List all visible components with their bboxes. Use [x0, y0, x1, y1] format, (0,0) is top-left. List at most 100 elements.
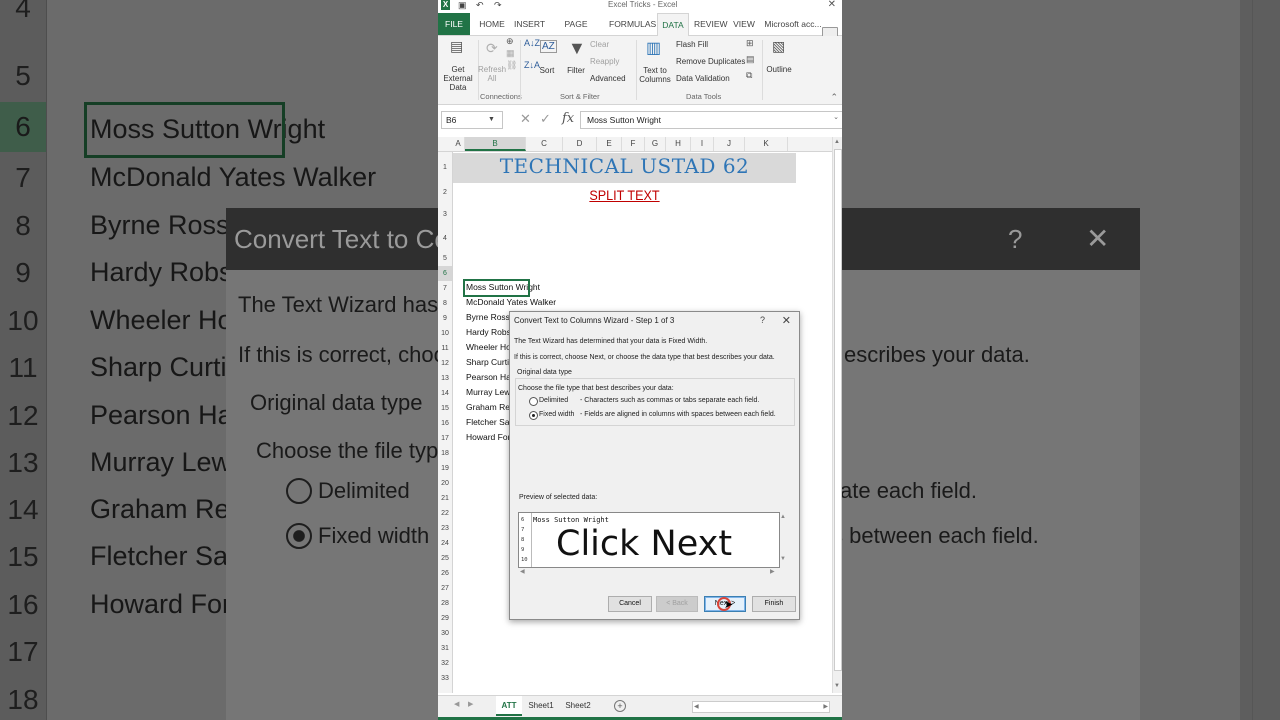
row-header[interactable]: 17 [438, 431, 452, 446]
save-icon[interactable]: ▣ [458, 0, 467, 11]
enter-icon[interactable]: ✓ [540, 111, 551, 127]
row-header[interactable]: 25 [438, 551, 452, 566]
row-header[interactable]: 5 [438, 251, 452, 266]
text-to-columns-button[interactable]: Text to Columns [638, 66, 672, 84]
row-header[interactable]: 20 [438, 476, 452, 491]
column-header[interactable]: J [714, 137, 745, 151]
radio-fixed-width-label[interactable]: Fixed width [539, 411, 574, 418]
scroll-down-icon[interactable]: ▼ [780, 556, 786, 562]
name-cell[interactable]: Wheeler Ho [466, 342, 511, 352]
sheet-tab-att[interactable]: ATT [496, 696, 522, 716]
next-sheet-icon[interactable]: ▶ [468, 700, 473, 708]
row-header[interactable]: 9 [438, 311, 452, 326]
tab-data[interactable]: DATA [657, 13, 689, 37]
preview-horizontal-scrollbar[interactable]: ◀ ▶ [518, 568, 780, 576]
sort-az-icon[interactable]: A↓Z [524, 38, 540, 48]
tab-home[interactable]: HOME [476, 13, 508, 35]
advanced-button[interactable]: Advanced [590, 74, 626, 83]
column-header[interactable]: F [622, 137, 645, 151]
reapply-button[interactable]: Reapply [590, 57, 619, 66]
column-header[interactable]: D [563, 137, 597, 151]
account-menu[interactable]: Microsoft acc... [764, 13, 822, 35]
close-icon[interactable]: ✕ [782, 314, 791, 327]
row-header[interactable]: 14 [438, 386, 452, 401]
prev-sheet-icon[interactable]: ◀ [454, 700, 459, 708]
scroll-right-icon[interactable]: ▶ [770, 568, 775, 575]
consolidate-icon[interactable]: ⊞ [746, 38, 754, 49]
row-header[interactable]: 24 [438, 536, 452, 551]
sort-button[interactable]: Sort [538, 66, 556, 75]
row-header[interactable]: 10 [438, 326, 452, 341]
row-header[interactable]: 23 [438, 521, 452, 536]
row-header[interactable]: 22 [438, 506, 452, 521]
formula-input[interactable]: Moss Sutton Wright [580, 111, 842, 129]
row-header[interactable]: 13 [438, 371, 452, 386]
column-header[interactable]: A [452, 137, 465, 151]
tab-file[interactable]: FILE [438, 13, 470, 35]
tab-page-layout[interactable]: PAGE LAYOUT [550, 13, 602, 51]
column-header[interactable]: E [597, 137, 622, 151]
row-header[interactable]: 11 [438, 341, 452, 356]
expand-formula-icon[interactable]: ⌄ [833, 113, 839, 121]
radio-delimited-label[interactable]: Delimited [539, 397, 568, 404]
column-header[interactable]: C [526, 137, 563, 151]
cancel-button[interactable]: Cancel [608, 596, 652, 612]
column-header[interactable]: B [465, 137, 526, 151]
row-header[interactable]: 28 [438, 596, 452, 611]
add-sheet-button[interactable]: + [614, 700, 626, 712]
relationships-icon[interactable]: ⧉ [746, 70, 752, 81]
outline-button[interactable]: Outline [764, 65, 794, 74]
scroll-left-icon[interactable]: ◀ [520, 568, 525, 575]
connections-icon[interactable]: ⊕ [506, 36, 514, 47]
name-cell[interactable]: Sharp Curtis [466, 357, 513, 367]
row-header[interactable]: 33 [438, 671, 452, 686]
row-header[interactable]: 1 [438, 152, 452, 183]
filter-button[interactable]: Filter [564, 66, 588, 75]
scroll-right-icon[interactable]: ▶ [823, 702, 828, 712]
finish-button[interactable]: Finish [752, 596, 796, 612]
cancel-icon[interactable]: ✕ [520, 111, 531, 127]
sheet-tab-sheet1[interactable]: Sheet1 [526, 696, 556, 716]
horizontal-scrollbar[interactable]: ◀ ▶ [692, 701, 830, 713]
row-header[interactable]: 6 [438, 266, 452, 281]
insert-function-icon[interactable]: fx [562, 111, 574, 127]
row-header[interactable]: 8 [438, 296, 452, 311]
remove-duplicates-button[interactable]: Remove Duplicates [676, 57, 745, 66]
scroll-thumb[interactable] [834, 149, 842, 671]
properties-icon[interactable]: ▦ [506, 48, 515, 59]
scroll-down-icon[interactable]: ▼ [834, 683, 840, 689]
refresh-all-button[interactable]: Refresh All [478, 65, 506, 83]
row-header[interactable]: 12 [438, 356, 452, 371]
row-header[interactable]: 30 [438, 626, 452, 641]
edit-links-icon[interactable]: ⛓ [506, 60, 517, 71]
what-if-icon[interactable]: ▤ [746, 54, 755, 65]
name-cell[interactable]: Graham Rey [466, 402, 514, 412]
row-header[interactable]: 15 [438, 401, 452, 416]
row-header[interactable]: 4 [438, 227, 452, 251]
scroll-up-icon[interactable]: ▲ [834, 139, 840, 145]
redo-icon[interactable]: ↷ [494, 0, 502, 11]
preview-vertical-scrollbar[interactable]: ▲ ▼ [780, 512, 788, 566]
row-header[interactable]: 31 [438, 641, 452, 656]
tab-insert[interactable]: INSERT [514, 13, 545, 35]
clear-button[interactable]: Clear [590, 40, 609, 49]
chevron-down-icon[interactable]: ▼ [488, 111, 495, 129]
flash-fill-button[interactable]: Flash Fill [676, 40, 708, 49]
help-icon[interactable]: ? [760, 315, 765, 325]
row-header[interactable]: 32 [438, 656, 452, 671]
column-header[interactable]: G [645, 137, 666, 151]
scroll-up-icon[interactable]: ▲ [780, 514, 786, 520]
undo-icon[interactable]: ↶ [476, 0, 484, 11]
column-header[interactable]: K [745, 137, 788, 151]
row-header[interactable]: 3 [438, 203, 452, 227]
tab-review[interactable]: REVIEW [694, 13, 728, 35]
radio-delimited[interactable] [529, 397, 538, 406]
radio-fixed-width[interactable] [529, 411, 538, 420]
collapse-ribbon-icon[interactable]: ⌃ [830, 92, 838, 103]
row-header[interactable]: 19 [438, 461, 452, 476]
row-header[interactable]: 27 [438, 581, 452, 596]
window-close-icon[interactable]: ✕ [828, 0, 836, 10]
name-cell[interactable]: Murray Lewi [466, 387, 512, 397]
column-header[interactable]: H [666, 137, 691, 151]
name-cell[interactable]: Fletcher Sau [466, 417, 514, 427]
